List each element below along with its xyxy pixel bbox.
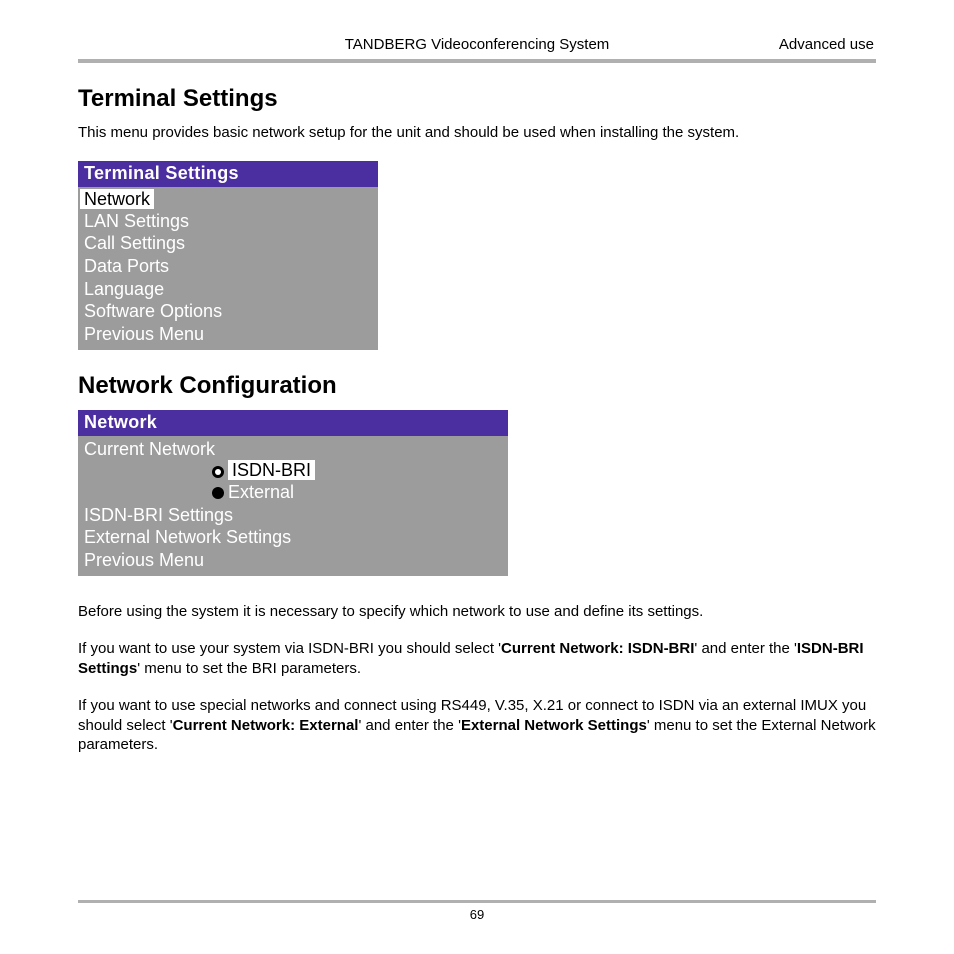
menu-item-external-network-settings[interactable]: External Network Settings <box>82 526 504 549</box>
section-title-terminal-settings: Terminal Settings <box>78 85 876 113</box>
paragraph-1: Before using the system it is necessary … <box>78 602 876 622</box>
menu-item-software-options[interactable]: Software Options <box>82 300 374 323</box>
menu-body-network: Current Network ISDN-BRI External ISDN-B… <box>78 436 508 576</box>
radio-label: ISDN-BRI <box>228 460 315 480</box>
radio-selected-icon <box>212 466 224 478</box>
menu-item-call-settings[interactable]: Call Settings <box>82 232 374 255</box>
text: ' and enter the ' <box>694 640 796 657</box>
paragraph-2: If you want to use your system via ISDN-… <box>78 639 876 678</box>
text: If you want to use your system via ISDN-… <box>78 640 501 657</box>
radio-label: External <box>228 482 294 502</box>
menu-body: Network LAN Settings Call Settings Data … <box>78 187 378 350</box>
text: ' menu to set the BRI parameters. <box>137 660 361 677</box>
menu-item-previous-menu[interactable]: Previous Menu <box>82 323 374 346</box>
radio-isdn-bri[interactable]: ISDN-BRI <box>82 460 504 482</box>
menu-item-data-ports[interactable]: Data Ports <box>82 255 374 278</box>
menu-title: Terminal Settings <box>78 161 378 187</box>
header-left <box>80 36 200 53</box>
intro-paragraph: This menu provides basic network setup f… <box>78 123 876 143</box>
paragraph-3: If you want to use special networks and … <box>78 696 876 755</box>
current-network-label: Current Network <box>82 438 504 461</box>
page-footer: 69 <box>78 900 876 922</box>
page: TANDBERG Videoconferencing System Advanc… <box>0 0 954 954</box>
header-center: TANDBERG Videoconferencing System <box>200 36 754 53</box>
bold-text: Current Network: External <box>173 717 359 734</box>
header-rule <box>78 59 876 63</box>
section-title-network-configuration: Network Configuration <box>78 372 876 400</box>
header-right: Advanced use <box>754 36 874 53</box>
menu-item-language[interactable]: Language <box>82 278 374 301</box>
menu-title-network: Network <box>78 410 508 436</box>
menu-item-previous-menu-2[interactable]: Previous Menu <box>82 549 504 572</box>
page-header: TANDBERG Videoconferencing System Advanc… <box>78 36 876 57</box>
radio-external[interactable]: External <box>82 482 504 504</box>
text: ' and enter the ' <box>358 717 460 734</box>
menu-item-network[interactable]: Network <box>80 189 154 210</box>
network-menu: Network Current Network ISDN-BRI Externa… <box>78 410 508 576</box>
menu-item-isdn-bri-settings[interactable]: ISDN-BRI Settings <box>82 504 504 527</box>
terminal-settings-menu: Terminal Settings Network LAN Settings C… <box>78 161 378 350</box>
bold-text: External Network Settings <box>461 717 647 734</box>
page-number: 69 <box>78 907 876 922</box>
menu-item-lan-settings[interactable]: LAN Settings <box>82 210 374 233</box>
radio-unselected-icon <box>212 487 224 499</box>
footer-rule <box>78 900 876 903</box>
bold-text: Current Network: ISDN-BRI <box>501 640 694 657</box>
